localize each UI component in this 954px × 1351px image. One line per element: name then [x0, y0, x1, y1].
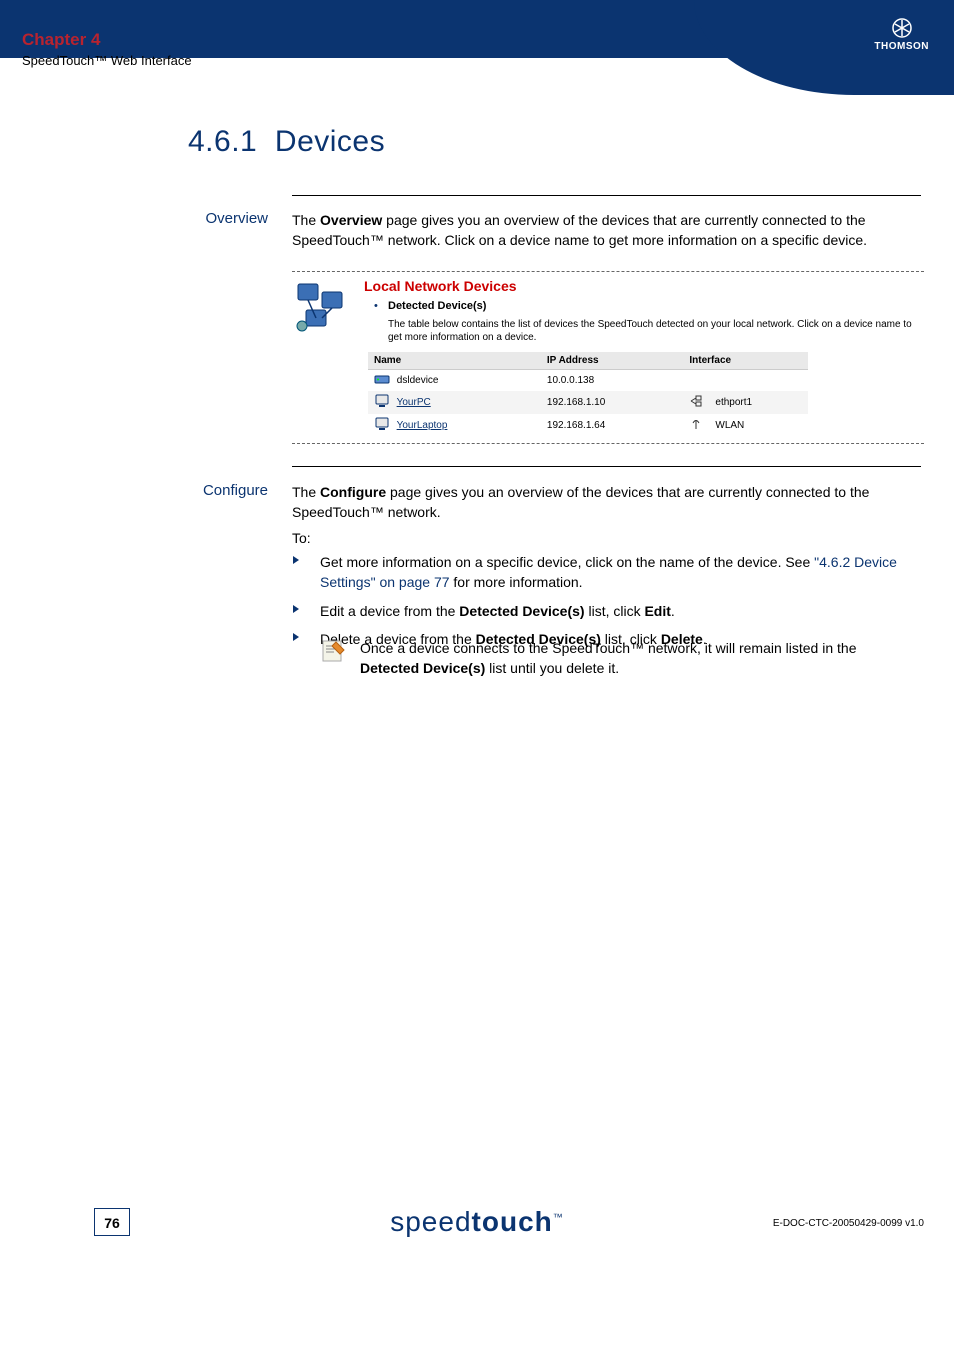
devices-table: Name IP Address Interface dsldevice 1	[368, 352, 808, 437]
table-description: The table below contains the list of dev…	[388, 318, 924, 344]
col-interface: Interface	[683, 352, 808, 370]
section-name: Devices	[275, 125, 385, 158]
device-interface	[709, 370, 808, 392]
local-network-devices-title: Local Network Devices	[364, 278, 924, 294]
bullet-dot-icon: •	[374, 300, 388, 312]
section-number: 4.6.1	[188, 125, 257, 158]
network-icon	[292, 278, 364, 437]
chapter-subtitle: SpeedTouch™ Web Interface	[22, 53, 192, 68]
device-ip: 192.168.1.64	[541, 414, 684, 437]
arrow-right-icon	[292, 601, 320, 621]
divider	[292, 195, 921, 196]
device-interface: ethport1	[709, 391, 808, 414]
divider	[292, 466, 921, 467]
configure-label: Configure	[168, 482, 268, 499]
bullet-item: Edit a device from the Detected Device(s…	[292, 601, 902, 621]
overview-label: Overview	[168, 210, 268, 227]
thomson-text: THOMSON	[874, 41, 929, 52]
arrow-right-icon	[292, 629, 320, 649]
device-name: dsldevice	[397, 375, 439, 386]
router-icon	[374, 373, 390, 388]
col-ip: IP Address	[541, 352, 684, 370]
table-row: dsldevice 10.0.0.138	[368, 370, 808, 392]
detected-devices-bullet: • Detected Device(s)	[374, 300, 924, 312]
pc-icon	[374, 394, 390, 411]
table-row: YourPC 192.168.1.10 ethport1	[368, 391, 808, 414]
table-row: YourLaptop 192.168.1.64 WLAN	[368, 414, 808, 437]
device-ip: 192.168.1.10	[541, 391, 684, 414]
wlan-icon	[689, 422, 703, 433]
col-name: Name	[368, 352, 541, 370]
table-header-row: Name IP Address Interface	[368, 352, 808, 370]
bullet-item: Get more information on a specific devic…	[292, 552, 902, 593]
tip-note: Once a device connects to the SpeedTouch…	[320, 638, 910, 679]
devices-screenshot: Local Network Devices • Detected Device(…	[292, 271, 924, 444]
device-interface: WLAN	[709, 414, 808, 437]
chapter-block: Chapter 4 SpeedTouch™ Web Interface	[22, 30, 192, 68]
arrow-right-icon	[292, 552, 320, 593]
ethernet-icon	[689, 399, 703, 410]
document-id: E-DOC-CTC-20050429-0099 v1.0	[773, 1218, 924, 1229]
configure-paragraph: The Configure page gives you an overview…	[292, 482, 892, 523]
device-link[interactable]: YourLaptop	[397, 420, 448, 431]
thomson-logo: THOMSON	[874, 18, 929, 52]
pc-icon	[374, 417, 390, 434]
thomson-icon	[891, 18, 913, 38]
device-link[interactable]: YourPC	[397, 397, 431, 408]
chapter-title: Chapter 4	[22, 30, 192, 50]
overview-paragraph: The Overview page gives you an overview …	[292, 210, 892, 251]
note-icon	[320, 638, 360, 679]
page-title: 4.6.1 Devices	[188, 125, 385, 159]
trademark-icon: ™	[553, 1213, 564, 1224]
to-label: To:	[292, 528, 892, 548]
device-ip: 10.0.0.138	[541, 370, 684, 392]
